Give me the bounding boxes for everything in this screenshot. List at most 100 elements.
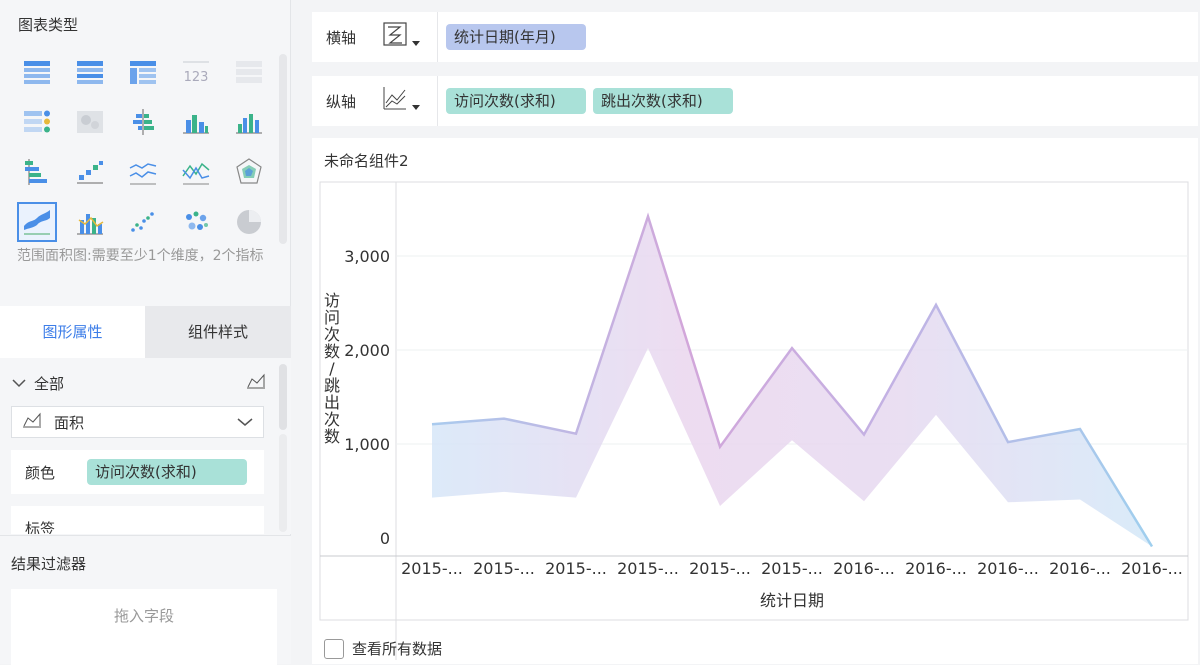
heatmap-icon (77, 111, 103, 133)
range-area-fill (432, 216, 1152, 547)
chart-type-radar-chart[interactable] (229, 152, 269, 192)
combo-chart-icon (77, 214, 104, 235)
chart-type-line-marker[interactable] (176, 152, 216, 192)
axis-mode-icon (382, 21, 422, 53)
x-tick-label: 2015-... (761, 559, 823, 578)
chart-type-grouped-bar[interactable] (123, 102, 163, 142)
color-field-pill[interactable]: 访问次数(求和) (87, 459, 248, 485)
x-tick-label: 2016-... (1049, 559, 1111, 578)
data-point-visits[interactable] (1007, 441, 1009, 443)
x-axis-bar: 横轴 统计日期(年月) (312, 12, 1198, 62)
data-point-visits[interactable] (791, 347, 793, 349)
data-point-bounces[interactable] (1007, 501, 1009, 503)
chart-type-line-chart[interactable] (123, 152, 163, 192)
data-point-visits[interactable] (503, 417, 505, 419)
chart-card: 未命名组件2 4,0003,0002,0001,0000 2015-...201… (312, 138, 1198, 664)
y-axis-mode-dropdown[interactable] (372, 76, 438, 126)
bubble-chart-icon (186, 211, 208, 230)
line-chart-icon (382, 85, 422, 117)
chart-type-bar-chart[interactable] (176, 102, 216, 142)
data-point-bounces[interactable] (935, 414, 937, 416)
chart-type-column-chart[interactable] (229, 102, 269, 142)
data-point-bounces[interactable] (1151, 545, 1153, 547)
chart-type-waterfall[interactable] (70, 152, 110, 192)
data-point-visits[interactable] (575, 433, 577, 435)
chart-type-pie-chart[interactable] (229, 202, 269, 242)
mark-type-label: 面积 (54, 413, 85, 432)
data-point-bounces[interactable] (647, 347, 649, 349)
filter-title: 结果过滤器 (11, 555, 87, 573)
data-point-bounces[interactable] (791, 439, 793, 441)
x-axis-mode-dropdown[interactable] (372, 12, 438, 62)
chart-type-bubble-chart[interactable] (176, 202, 216, 242)
properties-scrollbar[interactable] (279, 364, 287, 430)
y-axis-field-pill-visits[interactable]: 访问次数(求和) (446, 88, 586, 114)
chart-type-combo-chart[interactable] (70, 202, 110, 242)
kpi-multi-icon (236, 61, 262, 83)
data-point-visits[interactable] (1079, 428, 1081, 430)
x-tick-label: 2015-... (689, 559, 751, 578)
color-row: 颜色 访问次数(求和) (11, 450, 264, 494)
label-row-text: 标签 (25, 520, 56, 534)
waterfall-icon (77, 161, 103, 184)
tab-shape-properties[interactable]: 图形属性 (0, 306, 145, 358)
x-axis-title: 统计日期 (760, 591, 824, 610)
chart-type-scrollbar[interactable] (279, 54, 287, 244)
line-marker-icon (182, 162, 210, 185)
y-axis-field-pill-bounces[interactable]: 跳出次数(求和) (593, 88, 733, 114)
chart-type-range-area[interactable] (17, 202, 57, 242)
data-point-bounces[interactable] (431, 496, 433, 498)
chart-type-heatmap[interactable] (70, 102, 110, 142)
chart-type-kpi-multi[interactable] (229, 52, 269, 92)
table-cross-icon (130, 61, 156, 84)
property-tabs: 图形属性 组件样式 (0, 306, 291, 358)
mark-type-select[interactable]: 面积 (11, 406, 264, 438)
line-chart-icon (129, 163, 157, 185)
y-tick-label: 3,000 (344, 247, 390, 266)
x-tick-label: 2016-... (905, 559, 967, 578)
data-point-bounces[interactable] (719, 505, 721, 507)
data-point-visits[interactable] (647, 215, 649, 217)
kpi-number-icon: 123 (183, 61, 209, 85)
pie-chart-icon (237, 210, 261, 234)
x-tick-label: 2015-... (473, 559, 535, 578)
chart-type-table-grouped[interactable] (70, 52, 110, 92)
x-axis-field-pill[interactable]: 统计日期(年月) (446, 24, 586, 50)
chart-title[interactable]: 未命名组件2 (324, 150, 409, 171)
chart-type-kpi-number[interactable]: 123 (176, 52, 216, 92)
data-point-bounces[interactable] (575, 496, 577, 498)
data-point-visits[interactable] (863, 433, 865, 435)
data-point-bounces[interactable] (503, 491, 505, 493)
area-chart-icon (246, 373, 266, 393)
data-point-bounces[interactable] (1079, 498, 1081, 500)
data-point-visits[interactable] (719, 446, 721, 448)
chart-type-horizontal-bar[interactable] (17, 152, 57, 192)
view-all-data[interactable]: 查看所有数据 (324, 638, 442, 659)
y-axis-fields: 访问次数(求和) 跳出次数(求和) (438, 88, 733, 114)
tab-component-style[interactable]: 组件样式 (145, 306, 291, 358)
x-tick-label: 2015-... (545, 559, 607, 578)
y-axis-name: 纵轴 (326, 92, 357, 111)
x-tick-label: 2015-... (401, 559, 463, 578)
x-tick-label: 2016-... (1121, 559, 1183, 578)
filter-drop-zone[interactable]: 拖入字段 (11, 589, 277, 665)
radar-chart-icon (236, 158, 262, 184)
chart-type-table-detail[interactable] (17, 52, 57, 92)
x-axis-fields: 统计日期(年月) (438, 24, 586, 50)
chart-type-table-cross[interactable] (123, 52, 163, 92)
scatter-icon (131, 212, 154, 232)
x-tick-label: 2015-... (617, 559, 679, 578)
label-row[interactable]: 标签 (11, 506, 264, 534)
data-point-bounces[interactable] (863, 500, 865, 502)
data-point-visits[interactable] (431, 423, 433, 425)
y-axis-bar: 纵轴 访问次数(求和) 跳出次数(求和) (312, 76, 1198, 126)
data-point-visits[interactable] (935, 304, 937, 306)
section-all[interactable]: 全部 (12, 372, 266, 394)
section-all-label: 全部 (34, 374, 65, 393)
properties-panel: 全部 面积 颜色 访问次数(求和) 标签 (0, 358, 291, 534)
chart-type-scatter[interactable] (123, 202, 163, 242)
horizontal-bar-icon (25, 159, 47, 185)
y-tick-label: 1,000 (344, 435, 390, 454)
view-all-data-checkbox[interactable] (324, 638, 344, 659)
chart-type-indicator-card[interactable] (17, 102, 57, 142)
